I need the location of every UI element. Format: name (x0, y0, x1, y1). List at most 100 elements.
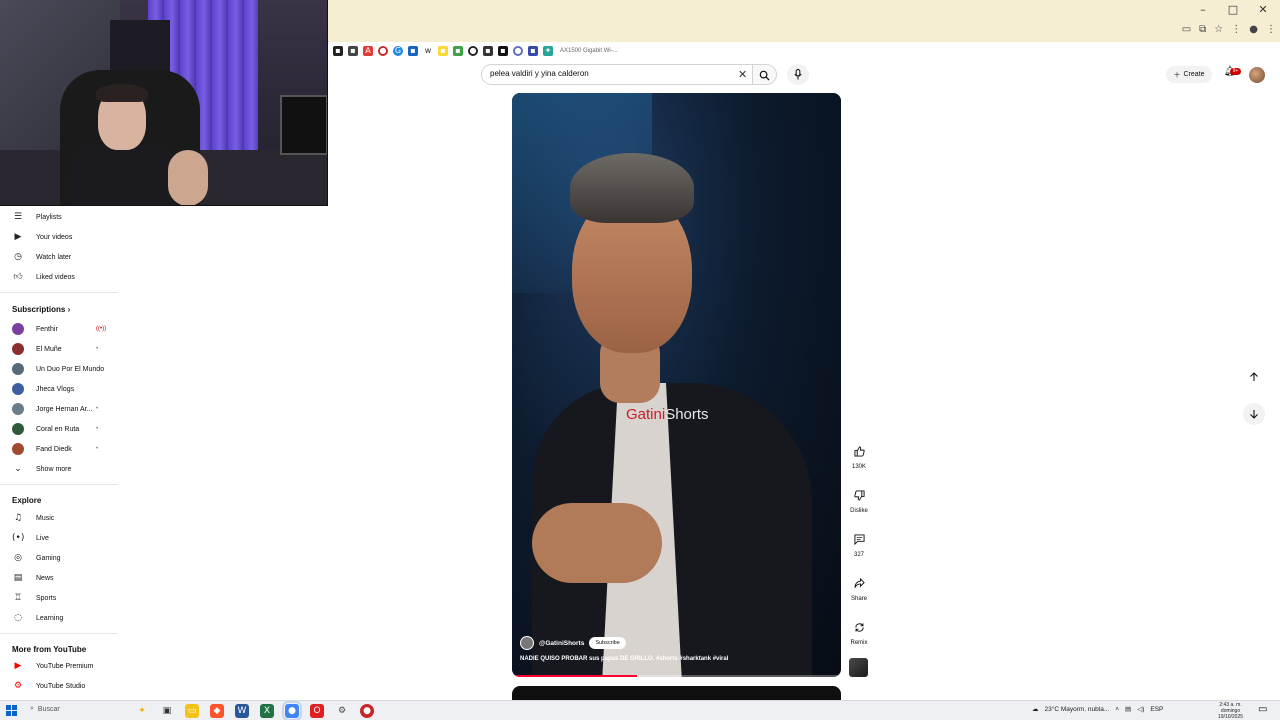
webcam-overlay (0, 0, 328, 206)
sidebar-item-your-videos[interactable]: ▶ Your videos (0, 227, 118, 247)
brave-browser-icon[interactable]: ◆ (210, 704, 224, 718)
sidebar-item-subscription[interactable]: Fand Diedk • (0, 439, 118, 459)
sidebar-item-subscription[interactable]: Jheca Vlogs (0, 379, 118, 399)
bookmark-icon[interactable]: ▪ (408, 46, 418, 56)
sidebar-item-gaming[interactable]: ◎ Gaming (0, 548, 118, 568)
bookmark-icon[interactable]: ▪ (528, 46, 538, 56)
sidebar-item-music[interactable]: ♫ Music (0, 508, 118, 528)
video-caption[interactable]: NADIE QUISO PROBAR sus papas DE GRILLO. … (520, 656, 728, 662)
browser-toolbar-icons: ▭ ⧉ ☆ ⋮ ● ⋮ (1182, 24, 1276, 35)
bookmark-icon[interactable]: ▪ (453, 46, 463, 56)
profile-icon[interactable]: ● (1249, 24, 1258, 35)
maximize-button[interactable]: □ (1226, 3, 1240, 16)
channel-name[interactable]: @GatiniShorts (539, 640, 584, 647)
weather-text[interactable]: 23°C Mayorm. nubla... (1045, 706, 1110, 713)
avatar (12, 443, 24, 455)
dislike-button[interactable]: Dislike (846, 484, 872, 514)
sidebar-item-learning[interactable]: ◌ Learning (0, 608, 118, 628)
bookmark-icon[interactable]: ▪ (498, 46, 508, 56)
bookmark-icon[interactable]: w (423, 46, 433, 56)
taskbar-apps: ✦ ▣ ▭ ◆ W X ● O ⚙ ● (135, 704, 374, 718)
menu-icon[interactable]: ⋮ (1266, 24, 1276, 35)
cast-icon[interactable]: ▭ (1182, 24, 1191, 35)
chevron-up-icon[interactable]: ˄ (1115, 706, 1119, 713)
sidebar-item-youtube-studio[interactable]: ⚙ YouTube Studio (0, 676, 118, 696)
bookmark-icon[interactable]: ▪ (438, 46, 448, 56)
router-bookmark-icon[interactable]: ✦ (543, 46, 553, 56)
sidebar-item-subscription[interactable]: Jorge Hernan Ar... • (0, 399, 118, 419)
bookmark-icon[interactable]: ▪ (483, 46, 493, 56)
weather-icon: ☁ (1032, 705, 1039, 713)
voice-search-button[interactable] (787, 64, 809, 85)
sidebar-item-playlists[interactable]: ☰ Playlists (0, 207, 118, 227)
search-input[interactable] (490, 69, 730, 78)
audio-source-thumbnail[interactable] (849, 658, 868, 677)
volume-icon[interactable]: ◁) (1137, 705, 1144, 713)
divider (0, 484, 118, 485)
bookmark-icon[interactable]: G (393, 46, 403, 56)
windows-start-icon[interactable] (6, 705, 17, 716)
video-progress-bar[interactable] (512, 675, 841, 677)
chrome-icon[interactable]: ● (285, 704, 299, 718)
avatar[interactable] (1249, 67, 1265, 83)
extensions-icon[interactable]: ⋮ (1231, 24, 1241, 35)
chevron-down-icon: ⌄ (12, 463, 24, 475)
clear-search-icon[interactable]: ✕ (738, 68, 747, 81)
comments-button[interactable]: 327 (846, 528, 872, 558)
excel-icon[interactable]: X (260, 704, 274, 718)
taskbar-search[interactable]: ⌕ Buscar (30, 705, 60, 713)
sidebar-item-liked-videos[interactable]: 👍︎ Liked videos (0, 267, 118, 287)
close-window-button[interactable]: ✕ (1256, 3, 1270, 16)
task-view-icon[interactable]: ▣ (160, 704, 174, 718)
search-button[interactable] (753, 64, 777, 85)
thumbs-up-icon (848, 440, 870, 462)
copilot-icon[interactable]: ✦ (135, 704, 149, 718)
settings-icon[interactable]: ⚙ (335, 704, 349, 718)
language-indicator[interactable]: ESP (1150, 706, 1163, 713)
sidebar-item-subscription[interactable]: Fenthir ((•)) (0, 319, 118, 339)
next-short-button[interactable] (1243, 403, 1265, 425)
window-controls: – □ ✕ (1196, 3, 1270, 16)
word-icon[interactable]: W (235, 704, 249, 718)
sidebar-item-news[interactable]: ▤ News (0, 568, 118, 588)
remix-button[interactable]: Remix (846, 616, 872, 646)
sidebar-item-subscription[interactable]: El Muñe • (0, 339, 118, 359)
trophy-icon: ♖ (12, 592, 24, 604)
file-explorer-icon[interactable]: ▭ (185, 704, 199, 718)
sidebar-item-sports[interactable]: ♖ Sports (0, 588, 118, 608)
notification-center-icon[interactable]: ▭ (1258, 704, 1267, 715)
bookmark-icon[interactable]: ▪ (348, 46, 358, 56)
bookmark-star-icon[interactable]: ☆ (1214, 24, 1223, 35)
clock[interactable]: 2:43 a. m. domingo 19/10/2025 (1218, 702, 1243, 720)
search-box[interactable]: ✕ (481, 64, 753, 85)
translate-icon[interactable]: ⧉ (1199, 24, 1206, 35)
subscribe-button[interactable]: Subscribe (589, 637, 625, 649)
notification-count-badge: 9+ (1230, 68, 1241, 75)
bookmark-icon[interactable]: A (363, 46, 373, 56)
bookmark-icon[interactable]: ● (513, 46, 523, 56)
next-short-preview[interactable] (512, 686, 841, 700)
sidebar-item-watch-later[interactable]: ◷ Watch later (0, 247, 118, 267)
share-button[interactable]: Share (846, 572, 872, 602)
subscriptions-heading[interactable]: Subscriptions › (0, 299, 118, 319)
show-more-button[interactable]: ⌄ Show more (0, 459, 118, 479)
bookmark-icon[interactable]: ● (468, 46, 478, 56)
create-button[interactable]: ＋ Create (1166, 66, 1212, 83)
comment-icon (848, 528, 870, 550)
sidebar-item-subscription[interactable]: Un Duo Por El Mundo (0, 359, 118, 379)
short-video-player[interactable]: GatiniShorts @GatiniShorts Subscribe NAD… (512, 93, 841, 677)
bookmark-icon[interactable]: ● (378, 46, 388, 56)
opera-icon[interactable]: O (310, 704, 324, 718)
sidebar-item-subscription[interactable]: Coral en Ruta • (0, 419, 118, 439)
recording-app-icon[interactable]: ● (360, 704, 374, 718)
avatar[interactable] (520, 636, 534, 650)
sidebar-item-youtube-premium[interactable]: ▶ YouTube Premium (0, 656, 118, 676)
share-icon (848, 572, 870, 594)
previous-short-button[interactable] (1243, 366, 1265, 388)
bookmark-label[interactable]: AX1500 Gigabit Wi-... (560, 48, 618, 54)
network-icon[interactable]: ▤ (1125, 705, 1131, 713)
like-button[interactable]: 130K (846, 440, 872, 470)
sidebar-item-live[interactable]: (•) Live (0, 528, 118, 548)
minimize-button[interactable]: – (1196, 3, 1210, 16)
bookmark-icon[interactable]: ▪ (333, 46, 343, 56)
